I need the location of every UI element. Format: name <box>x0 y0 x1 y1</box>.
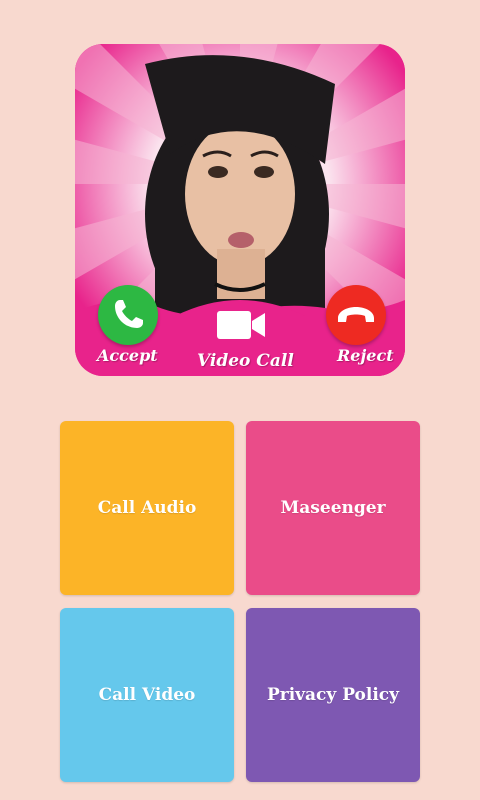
video-camera-icon <box>217 311 265 339</box>
accept-label: Accept <box>97 346 158 365</box>
incoming-call-card: Accept Video Call Reject <box>75 44 405 376</box>
call-video-label: Call Video <box>98 685 196 705</box>
video-call-label: Video Call <box>197 351 294 371</box>
privacy-policy-label: Privacy Policy <box>266 685 400 705</box>
accept-button[interactable] <box>98 285 158 345</box>
hang-up-icon <box>338 307 374 322</box>
phone-icon <box>115 300 143 328</box>
reject-button[interactable] <box>326 285 386 345</box>
call-audio-label: Call Audio <box>97 498 197 518</box>
messenger-label: Maseenger <box>280 498 386 518</box>
call-video-tile[interactable]: Call Video <box>60 608 234 782</box>
privacy-policy-tile[interactable]: Privacy Policy <box>246 608 420 782</box>
call-audio-tile[interactable]: Call Audio <box>60 421 234 595</box>
video-call-button[interactable] <box>213 302 269 348</box>
messenger-tile[interactable]: Maseenger <box>246 421 420 595</box>
reject-label: Reject <box>337 346 394 365</box>
